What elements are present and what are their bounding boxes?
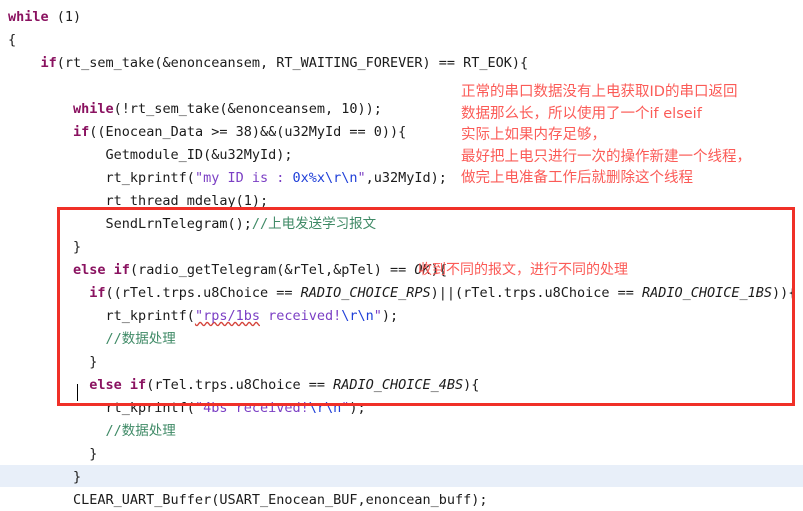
code-token-plain: } — [8, 239, 82, 255]
code-line[interactable]: rt_thread_mdelay(1); — [0, 190, 803, 213]
code-token-cmt: //数据处理 — [105, 331, 176, 347]
code-line-content: } — [0, 351, 97, 374]
code-token-plain: } — [8, 354, 98, 370]
code-token-plain: { — [8, 32, 17, 48]
code-line[interactable]: } — [0, 443, 803, 466]
code-line[interactable]: else if(radio_getTelegram(&rTel,&pTel) =… — [0, 259, 803, 282]
code-line-content: rt_kprintf("4bs received!\r\n"); — [0, 397, 366, 420]
code-token-plain: (!rt_sem_take(&enonceansem, 10)); — [113, 101, 382, 117]
code-token-plain: rt_kprintf( — [8, 170, 195, 186]
annotation-main-note: 正常的串口数据没有上电获取ID的串口返回 数据那么长，所以使用了一个if els… — [461, 84, 751, 186]
code-token-plain: (1) — [48, 9, 82, 25]
code-token-str: "my ID is : — [194, 170, 293, 186]
code-line[interactable]: } — [0, 466, 803, 489]
code-token-plain: )){ — [772, 285, 797, 301]
code-line[interactable]: else if(rTel.trps.u8Choice == RADIO_CHOI… — [0, 374, 803, 397]
code-token-str: "4bs received! — [194, 400, 309, 416]
code-token-plain: rt_thread_mdelay(1); — [8, 193, 269, 209]
code-token-kw: if — [73, 124, 90, 140]
code-token-esc: \r\n — [341, 308, 374, 324]
code-line[interactable]: //数据处理 — [0, 328, 803, 351]
code-line-content: if((rTel.trps.u8Choice == RADIO_CHOICE_R… — [0, 282, 796, 305]
code-token-str: " — [357, 170, 366, 186]
code-line-content: if((Enocean_Data >= 38)&&(u32MyId == 0))… — [0, 121, 406, 144]
code-line-content: } — [0, 443, 97, 466]
code-token-kw: while — [73, 101, 114, 117]
code-line[interactable]: CLEAR_UART_Buffer(USART_Enocean_BUF,enon… — [0, 489, 803, 511]
code-token-str-squig: "rps/1bs — [194, 308, 260, 324]
code-line-content: else if(radio_getTelegram(&rTel,&pTel) =… — [0, 259, 447, 282]
code-line-content: CLEAR_UART_Buffer(USART_Enocean_BUF,enon… — [0, 489, 488, 511]
code-token-kw: while — [8, 9, 49, 25]
code-editor-screenshot: while (1){ if(rt_sem_take(&enonceansem, … — [0, 0, 803, 511]
code-token-plain: ); — [349, 400, 366, 416]
code-line[interactable]: if((rTel.trps.u8Choice == RADIO_CHOICE_R… — [0, 282, 803, 305]
text-caret — [77, 384, 78, 401]
code-token-plain: rt_kprintf( — [8, 400, 195, 416]
code-token-plain: ((Enocean_Data >= 38)&&(u32MyId == 0)){ — [89, 124, 407, 140]
code-line[interactable]: } — [0, 236, 803, 259]
code-token-plain: (radio_getTelegram(&rTel,&pTel) == — [129, 262, 415, 278]
code-line[interactable]: while (1) — [0, 6, 803, 29]
code-token-kw: else if — [73, 262, 130, 278]
code-line[interactable]: rt_kprintf("4bs received!\r\n"); — [0, 397, 803, 420]
code-token-str: received! — [259, 308, 342, 324]
code-line-content: { — [0, 29, 16, 52]
code-token-plain: )||(rTel.trps.u8Choice == — [430, 285, 642, 301]
code-line[interactable]: SendLrnTelegram();//上电发送学习报文 — [0, 213, 803, 236]
code-line-content: rt_kprintf("rps/1bs received!\r\n"); — [0, 305, 399, 328]
code-line-content: while (1) — [0, 6, 81, 29]
code-line-content: SendLrnTelegram();//上电发送学习报文 — [0, 213, 377, 236]
code-line[interactable]: } — [0, 351, 803, 374]
code-line[interactable]: { — [0, 29, 803, 52]
code-token-plain: SendLrnTelegram(); — [8, 216, 252, 232]
code-token-str: " — [373, 308, 382, 324]
code-line-content: rt_thread_mdelay(1); — [0, 190, 269, 213]
code-token-cmt: //上电发送学习报文 — [251, 216, 377, 232]
code-token-macro: RADIO_CHOICE_RPS — [300, 285, 431, 301]
code-token-esc: \r\n — [308, 400, 342, 416]
code-token-plain: ,u32MyId); — [365, 170, 447, 186]
code-token-plain: Getmodule_ID(&u32MyId); — [8, 147, 293, 163]
code-line-content: Getmodule_ID(&u32MyId); — [0, 144, 293, 167]
code-token-plain: ((rTel.trps.u8Choice == — [105, 285, 301, 301]
code-token-plain: (rt_sem_take(&enonceansem, RT_WAITING_FO… — [56, 55, 529, 71]
code-line-content: if(rt_sem_take(&enonceansem, RT_WAITING_… — [0, 52, 529, 75]
code-token-plain: ); — [381, 308, 399, 324]
code-token-esc: 0x%x\r\n — [292, 170, 358, 186]
code-line-content: while(!rt_sem_take(&enonceansem, 10)); — [0, 98, 382, 121]
code-token-plain: CLEAR_UART_Buffer(USART_Enocean_BUF,enon… — [8, 492, 488, 508]
code-line-content: } — [0, 236, 81, 259]
code-token-plain: rt_kprintf( — [8, 308, 195, 324]
code-token-plain: (rTel.trps.u8Choice == — [146, 377, 334, 393]
code-line[interactable]: if(rt_sem_take(&enonceansem, RT_WAITING_… — [0, 52, 803, 75]
code-line-content: else if(rTel.trps.u8Choice == RADIO_CHOI… — [0, 374, 479, 397]
code-token-plain: ){ — [463, 377, 480, 393]
code-line-content: } — [0, 466, 81, 489]
code-token-plain: } — [8, 446, 98, 462]
code-line-content: //数据处理 — [0, 328, 176, 351]
code-token-macro: RADIO_CHOICE_4BS — [333, 377, 464, 393]
code-token-cmt: //数据处理 — [105, 423, 176, 439]
code-text-area[interactable]: while (1){ if(rt_sem_take(&enonceansem, … — [0, 0, 803, 511]
code-token-kw: else if — [89, 377, 147, 393]
annotation-side-note: 收到不同的报文，进行不同的处理 — [418, 262, 628, 278]
code-line-content: rt_kprintf("my ID is : 0x%x\r\n",u32MyId… — [0, 167, 447, 190]
code-token-macro: RADIO_CHOICE_1BS — [642, 285, 773, 301]
code-token-kw: if — [89, 285, 106, 301]
code-token-plain: } — [8, 469, 82, 485]
code-token-kw: if — [40, 55, 57, 71]
code-line-content: //数据处理 — [0, 420, 176, 443]
code-line[interactable]: //数据处理 — [0, 420, 803, 443]
code-line[interactable]: rt_kprintf("rps/1bs received!\r\n"); — [0, 305, 803, 328]
